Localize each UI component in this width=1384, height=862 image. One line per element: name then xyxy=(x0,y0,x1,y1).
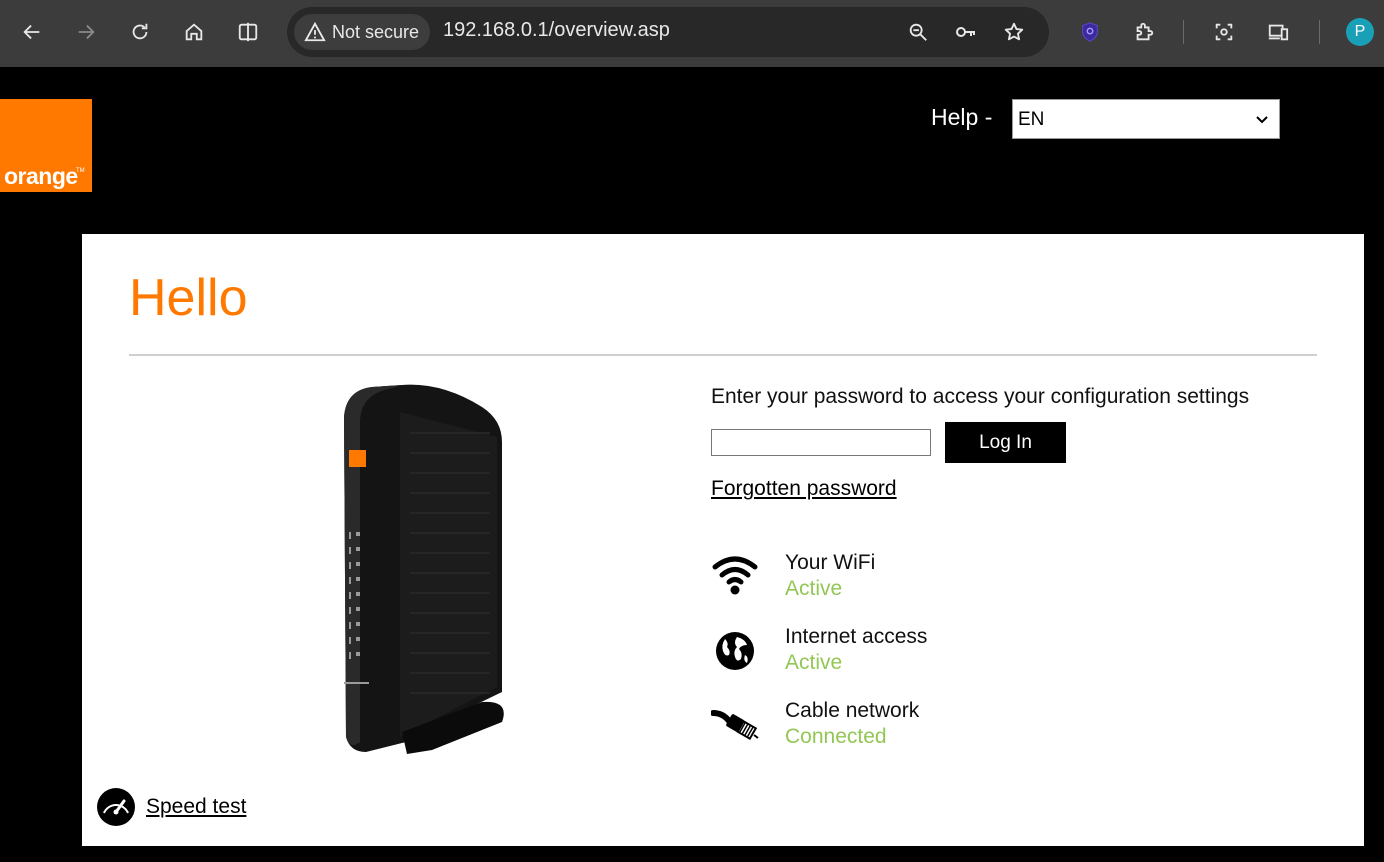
reload-button[interactable] xyxy=(122,14,158,50)
password-input[interactable] xyxy=(711,429,931,456)
modem-image xyxy=(344,384,504,754)
orange-logo[interactable]: orange TM xyxy=(0,99,92,192)
back-button[interactable] xyxy=(14,14,50,50)
logo-text: orange xyxy=(4,163,78,189)
site-info-chip[interactable]: Not secure xyxy=(294,14,430,50)
page-title: Hello xyxy=(129,269,248,327)
status-label: Cable network xyxy=(785,699,920,722)
forward-icon xyxy=(78,24,95,40)
status-label: Your WiFi xyxy=(785,551,876,574)
home-icon xyxy=(185,23,203,41)
zoom-icon[interactable] xyxy=(905,19,931,45)
status-value: Active xyxy=(785,651,843,674)
bookmark-star-icon[interactable] xyxy=(1001,19,1027,45)
url-text[interactable]: 192.168.0.1/overview.asp xyxy=(443,19,670,42)
login-button[interactable]: Log In xyxy=(945,422,1066,463)
split-view-button[interactable] xyxy=(230,14,266,50)
security-label: Not secure xyxy=(332,21,420,42)
speed-test-link[interactable]: Speed test xyxy=(96,787,246,827)
devices-icon xyxy=(1268,24,1289,41)
devices-button[interactable] xyxy=(1260,14,1296,50)
screenshot-button[interactable] xyxy=(1206,14,1242,50)
shield-extension-icon xyxy=(1082,22,1098,42)
back-icon xyxy=(23,24,40,40)
login-panel: Hello Enter your password to access your… xyxy=(82,234,1364,846)
status-cable: Cable network Connected xyxy=(711,699,1111,759)
chevron-down-icon xyxy=(1256,116,1268,124)
speedometer-icon xyxy=(97,788,135,826)
forward-button[interactable] xyxy=(68,14,104,50)
extensions-puzzle-icon xyxy=(1136,22,1154,41)
password-instruction: Enter your password to access your confi… xyxy=(711,385,1250,408)
screenshot-icon xyxy=(1215,23,1233,41)
toolbar-separator xyxy=(1183,20,1184,44)
password-key-icon[interactable] xyxy=(953,19,979,45)
logo-trademark: TM xyxy=(76,168,85,174)
status-value: Connected xyxy=(785,725,887,748)
divider xyxy=(129,354,1317,356)
status-wifi: Your WiFi Active xyxy=(711,551,1111,611)
profile-avatar[interactable]: P xyxy=(1346,18,1374,46)
help-link[interactable]: Help - xyxy=(931,104,992,131)
wifi-icon xyxy=(712,556,758,595)
status-value: Active xyxy=(785,577,843,600)
shield-extension-button[interactable] xyxy=(1072,14,1108,50)
home-button[interactable] xyxy=(176,14,212,50)
language-selected-value: EN xyxy=(1018,109,1045,130)
browser-toolbar: Not secure 192.168.0.1/overview.asp P xyxy=(0,0,1384,67)
forgotten-password-link[interactable]: Forgotten password xyxy=(711,477,897,501)
globe-icon xyxy=(716,632,754,670)
speed-test-label: Speed test xyxy=(146,795,247,818)
split-view-icon xyxy=(238,22,258,42)
language-select[interactable]: EN xyxy=(1012,99,1280,139)
extensions-button[interactable] xyxy=(1126,14,1162,50)
coax-cable-icon xyxy=(711,710,759,741)
status-label: Internet access xyxy=(785,625,928,648)
toolbar-separator xyxy=(1319,20,1320,44)
status-internet: Internet access Active xyxy=(711,625,1111,685)
warning-icon xyxy=(304,21,326,43)
reload-icon xyxy=(132,23,148,40)
address-bar[interactable]: Not secure 192.168.0.1/overview.asp xyxy=(287,7,1049,57)
